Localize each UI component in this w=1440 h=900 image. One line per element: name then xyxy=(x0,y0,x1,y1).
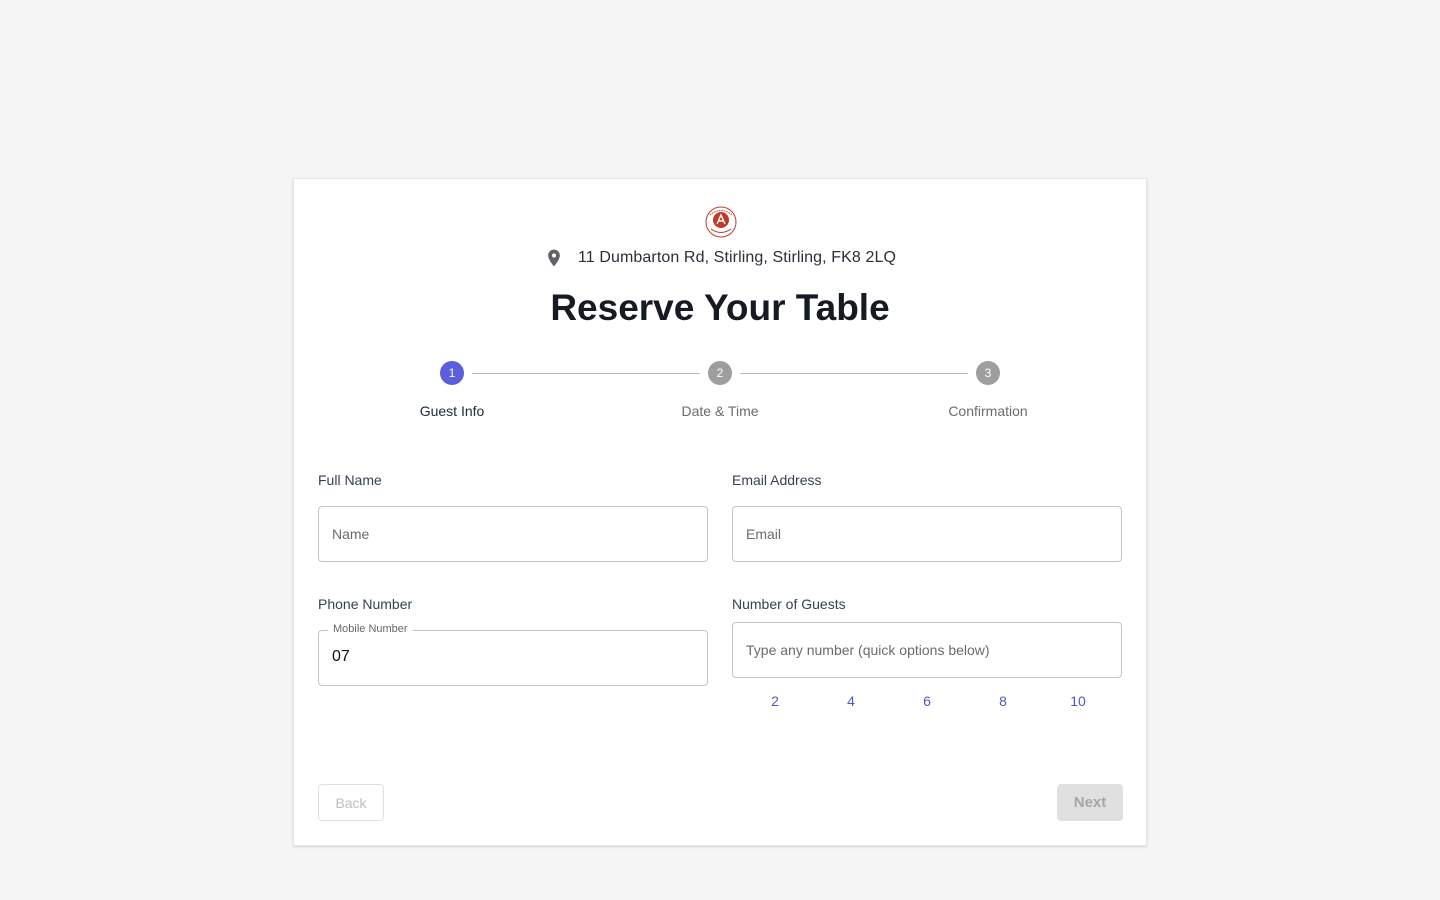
full-name-label: Full Name xyxy=(318,472,382,488)
guest-option-10[interactable]: 10 xyxy=(1063,693,1093,709)
mobile-number-legend: Mobile Number xyxy=(328,623,413,635)
step-3-label: Confirmation xyxy=(948,403,1028,419)
guest-option-4[interactable]: 4 xyxy=(836,693,866,709)
step-1-label: Guest Info xyxy=(419,403,485,419)
email-label: Email Address xyxy=(732,472,822,488)
phone-number-value[interactable]: 07 xyxy=(332,648,350,666)
phone-number-field[interactable]: Mobile Number 07 xyxy=(318,623,708,686)
guests-input[interactable] xyxy=(732,622,1122,678)
step-1-indicator: 1 xyxy=(440,361,464,385)
phone-number-label: Phone Number xyxy=(318,596,413,612)
guest-quick-options: 2 4 6 8 10 xyxy=(732,693,1122,713)
step-2-indicator: 2 xyxy=(708,361,732,385)
location-pin-icon xyxy=(548,249,560,267)
guest-option-6[interactable]: 6 xyxy=(912,693,942,709)
address-row: 11 Dumbarton Rd, Stirling, Stirling, FK8… xyxy=(294,245,1146,271)
email-input[interactable] xyxy=(732,506,1122,562)
number-of-guests-label: Number of Guests xyxy=(732,596,846,612)
full-name-input[interactable] xyxy=(318,506,708,562)
progress-stepper: 1 2 3 Guest Info Date & Time Confirmatio… xyxy=(294,361,1146,421)
next-button[interactable]: Next xyxy=(1057,784,1123,821)
restaurant-address: 11 Dumbarton Rd, Stirling, Stirling, FK8… xyxy=(577,249,897,266)
step-connector xyxy=(472,373,700,374)
reservation-card: 11 Dumbarton Rd, Stirling, Stirling, FK8… xyxy=(293,178,1147,846)
step-3-indicator: 3 xyxy=(976,361,1000,385)
step-connector xyxy=(740,373,968,374)
guest-option-8[interactable]: 8 xyxy=(988,693,1018,709)
back-button[interactable]: Back xyxy=(318,784,384,821)
restaurant-logo xyxy=(705,206,737,238)
page-title: Reserve Your Table xyxy=(550,287,890,328)
step-2-label: Date & Time xyxy=(681,403,759,419)
guest-option-2[interactable]: 2 xyxy=(760,693,790,709)
